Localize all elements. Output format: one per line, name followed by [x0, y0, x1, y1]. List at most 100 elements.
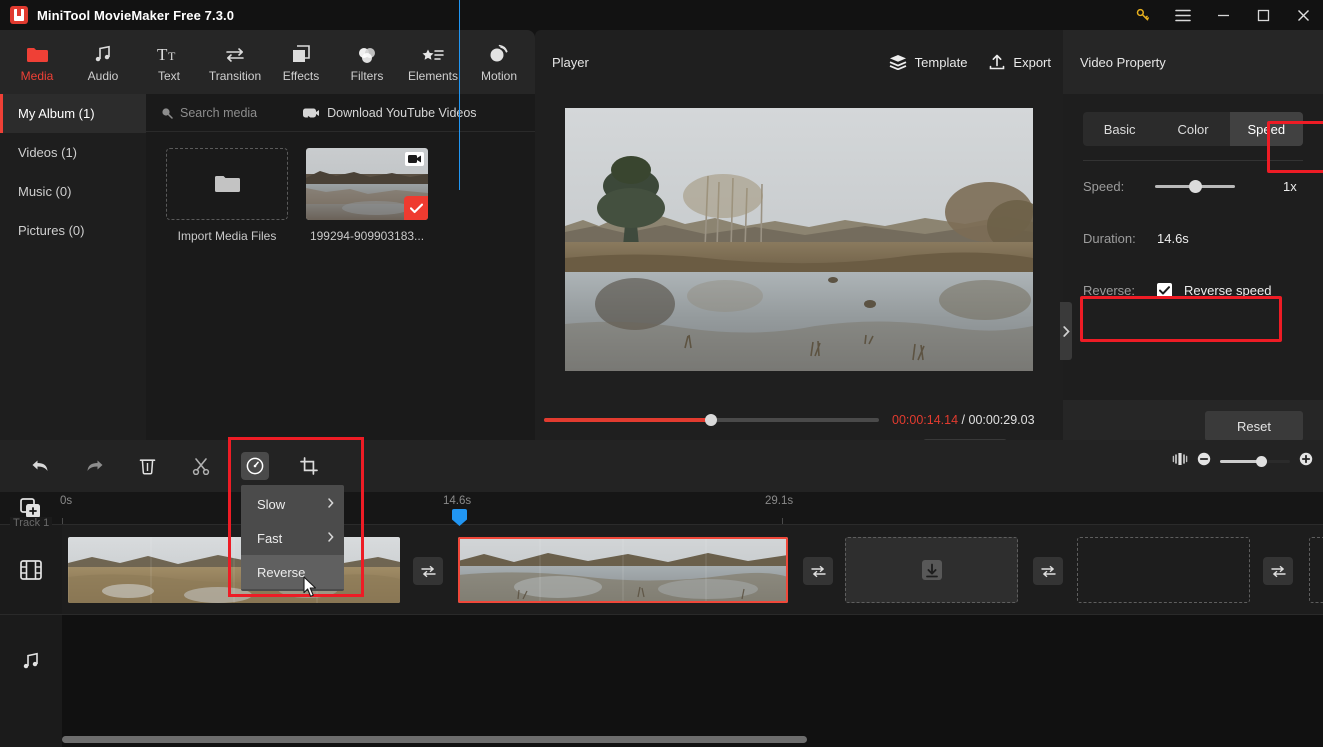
zoom-slider[interactable]	[1220, 456, 1290, 467]
hamburger-menu-icon[interactable]	[1163, 0, 1203, 30]
duration-row: Duration: 14.6s	[1063, 223, 1323, 253]
transition-slot[interactable]	[413, 557, 443, 585]
timeline-scrollbar-thumb[interactable]	[62, 736, 807, 743]
ruler-tick-label: 14.6s	[443, 495, 472, 507]
search-input[interactable]: Search media	[161, 106, 257, 120]
template-label: Template	[914, 54, 968, 70]
menu-item-fast[interactable]: Fast	[241, 521, 344, 555]
effects-squares-icon	[291, 42, 311, 64]
motion-sphere-icon	[488, 42, 510, 64]
sidebar-item-music[interactable]: Music (0)	[0, 172, 146, 211]
speed-button[interactable]	[241, 452, 269, 480]
reset-button[interactable]: Reset	[1205, 411, 1303, 441]
app-root: MiniTool MovieMaker Free 7.3.0 Media Aud…	[0, 0, 1323, 747]
menu-item-reverse[interactable]: Reverse	[241, 555, 344, 589]
nav-item-text[interactable]: TT Text	[136, 30, 202, 94]
sidebar-item-videos[interactable]: Videos (1)	[0, 133, 146, 172]
nav-item-media[interactable]: Media	[4, 30, 70, 94]
download-youtube-button[interactable]: Download YouTube Videos	[303, 105, 477, 120]
undo-button[interactable]	[26, 452, 54, 480]
zoom-out-button[interactable]	[1197, 452, 1211, 471]
delete-button[interactable]	[133, 452, 161, 480]
album-label: Videos (1)	[18, 145, 78, 160]
video-track-header[interactable]	[0, 525, 62, 615]
minimize-button[interactable]	[1203, 0, 1243, 30]
elements-star-list-icon	[421, 42, 445, 64]
media-item-name: 199294-909903183...	[309, 229, 425, 243]
import-media-label: Import Media Files	[177, 229, 277, 243]
timeline-toolbar	[0, 440, 1323, 492]
nav-item-filters[interactable]: Filters	[334, 30, 400, 94]
player-time: 00:00:14.14 / 00:00:29.03	[892, 413, 1035, 427]
transition-arrows-icon	[810, 565, 826, 577]
media-thumbnail[interactable]	[306, 148, 428, 220]
folder-icon	[26, 42, 48, 64]
split-button[interactable]	[187, 452, 215, 480]
maximize-button[interactable]	[1243, 0, 1283, 30]
fit-timeline-icon[interactable]	[1172, 452, 1188, 471]
chevron-right-icon	[328, 531, 334, 545]
placeholder-empty-slot[interactable]	[1309, 537, 1323, 603]
speed-slider-handle[interactable]	[1189, 179, 1202, 193]
titlebar: MiniTool MovieMaker Free 7.3.0	[0, 0, 1323, 30]
import-media-cell[interactable]: Import Media Files	[166, 148, 288, 243]
text-icon: TT	[157, 42, 181, 64]
nav-label: Motion	[480, 68, 518, 83]
audio-track-header[interactable]	[0, 615, 62, 707]
crop-button[interactable]	[295, 452, 323, 480]
sidebar-item-pictures[interactable]: Pictures (0)	[0, 211, 146, 250]
zoom-in-button[interactable]	[1299, 452, 1313, 471]
duration-label: Duration:	[1083, 230, 1136, 246]
nav-item-motion[interactable]: Motion	[466, 30, 532, 94]
placeholder-empty-slot[interactable]	[1077, 537, 1250, 603]
export-button[interactable]: Export	[989, 54, 1051, 70]
transition-slot[interactable]	[1263, 557, 1293, 585]
nav-item-audio[interactable]: Audio	[70, 30, 136, 94]
video-type-badge	[405, 152, 424, 166]
timeline-zoom-controls	[1172, 452, 1313, 471]
progress-handle[interactable]	[705, 414, 717, 426]
import-media-dropzone[interactable]	[166, 148, 288, 220]
template-button[interactable]: Template	[889, 54, 968, 70]
transition-slot[interactable]	[803, 557, 833, 585]
nav-label: Transition	[208, 68, 262, 83]
speed-context-menu: Slow Fast Reverse	[241, 485, 344, 591]
tab-speed[interactable]: Speed	[1229, 112, 1303, 146]
player-progress-slider[interactable]	[544, 414, 879, 426]
transition-slot[interactable]	[1033, 557, 1063, 585]
placeholder-drop-zone[interactable]	[845, 537, 1018, 603]
table-row[interactable]	[458, 537, 788, 603]
tab-color[interactable]: Color	[1156, 112, 1229, 146]
menu-item-slow[interactable]: Slow	[241, 487, 344, 521]
transition-arrows-icon	[1270, 565, 1286, 577]
speed-label: Speed:	[1083, 178, 1125, 194]
zoom-handle[interactable]	[1256, 456, 1267, 467]
table-row[interactable]	[68, 537, 400, 603]
track-headers: Track 1	[0, 517, 62, 747]
property-body: Basic Color Speed Speed: 1x Duration: 14…	[1060, 112, 1323, 458]
redo-button[interactable]	[80, 452, 108, 480]
album-label: Pictures (0)	[18, 223, 85, 238]
timeline-ruler[interactable]: 0s 14.6s 29.1s	[0, 492, 1323, 525]
reverse-speed-checkbox[interactable]	[1157, 282, 1172, 298]
download-box-icon	[921, 560, 942, 580]
close-button[interactable]	[1283, 0, 1323, 30]
total-time: 00:00:29.03	[968, 413, 1035, 427]
nav-label: Audio	[87, 68, 119, 83]
transition-arrows-icon	[224, 42, 246, 64]
duration-value: 14.6s	[1157, 230, 1189, 246]
key-icon[interactable]	[1123, 0, 1163, 30]
speed-slider[interactable]	[1155, 179, 1235, 193]
media-item[interactable]: 199294-909903183...	[306, 148, 428, 243]
download-youtube-label: Download YouTube Videos	[327, 105, 477, 120]
nav-item-transition[interactable]: Transition	[202, 30, 268, 94]
video-preview[interactable]	[565, 107, 1033, 371]
nav-item-elements[interactable]: Elements	[400, 30, 466, 94]
panel-collapse-toggle[interactable]	[1060, 302, 1072, 360]
nav-item-effects[interactable]: Effects	[268, 30, 334, 94]
timeline-scrollbar[interactable]	[62, 736, 1312, 743]
sidebar-item-my-album[interactable]: My Album (1)	[0, 94, 146, 133]
audio-track[interactable]	[62, 615, 1323, 707]
tab-basic[interactable]: Basic	[1083, 112, 1156, 146]
player-title: Player	[552, 54, 589, 70]
